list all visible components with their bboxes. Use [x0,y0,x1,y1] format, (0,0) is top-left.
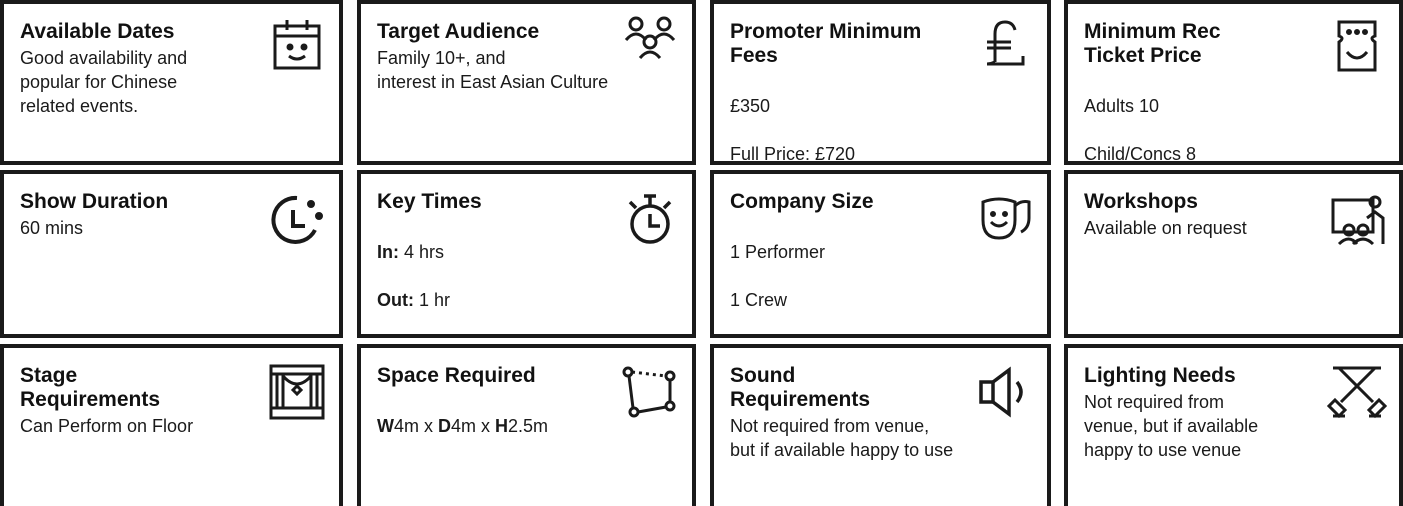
speaker-icon [975,362,1035,422]
pound-sign-icon [975,16,1035,76]
card-stage-requirements: Stage Requirements Can Perform on Floor [0,344,343,506]
calendar-smile-icon [267,16,327,76]
card-company-size: Company Size 1 Performer 1 Crew [710,170,1051,338]
card-sound-requirements: Sound Requirements Not required from ven… [710,344,1051,506]
stage-lights-icon [1327,362,1387,422]
card-body: Adults 10 Child/Concs 8 [1084,70,1383,164]
depth-label: D [438,416,452,436]
card-space-required: Space Required W4m x D4m x H2.5m [357,344,696,506]
workshop-presenter-icon [1327,190,1387,250]
card-promoter-fees: Promoter Minimum Fees £350 Full Price: £… [710,0,1051,165]
width-label: W [377,416,394,436]
fee-minimum: £350 [730,96,771,116]
company-crew: 1 Crew [730,290,788,310]
card-available-dates: Available Dates Good availability and po… [0,0,343,165]
stopwatch-icon [620,190,680,250]
theatre-masks-icon [975,188,1035,248]
card-key-times: Key Times In: 4 hrs Out: 1 hr [357,170,696,338]
people-group-icon [620,12,680,72]
clock-icon [267,190,327,250]
card-target-audience: Target Audience Family 10+, and interest… [357,0,696,165]
width-value: 4m x [394,416,439,436]
card-workshops: Workshops Available on request [1064,170,1403,338]
height-label: H [495,416,509,436]
card-body: £350 Full Price: £720 [730,70,1031,164]
card-lighting-needs: Lighting Needs Not required from venue, … [1064,344,1403,506]
key-time-out-value: 1 hr [413,290,451,310]
key-time-out-label: Out: [377,290,414,310]
card-ticket-price: Minimum Rec Ticket Price Adults 10 Child… [1064,0,1403,165]
price-child-concs: Child/Concs 8 [1084,144,1197,164]
key-time-in-label: In: [377,242,399,262]
price-adults: Adults 10 [1084,96,1160,116]
height-value: 2.5m [508,416,549,436]
card-show-duration: Show Duration 60 mins [0,170,343,338]
key-time-in-value: 4 hrs [399,242,445,262]
info-card-grid: Available Dates Good availability and po… [0,0,1403,506]
depth-value: 4m x [451,416,496,436]
ticket-smile-icon [1327,16,1387,76]
fee-full-price: Full Price: £720 [730,144,856,164]
key-time-out: Out: 1 hr [377,288,676,312]
space-dimensions-icon [620,362,680,422]
stage-curtains-icon [267,362,327,422]
